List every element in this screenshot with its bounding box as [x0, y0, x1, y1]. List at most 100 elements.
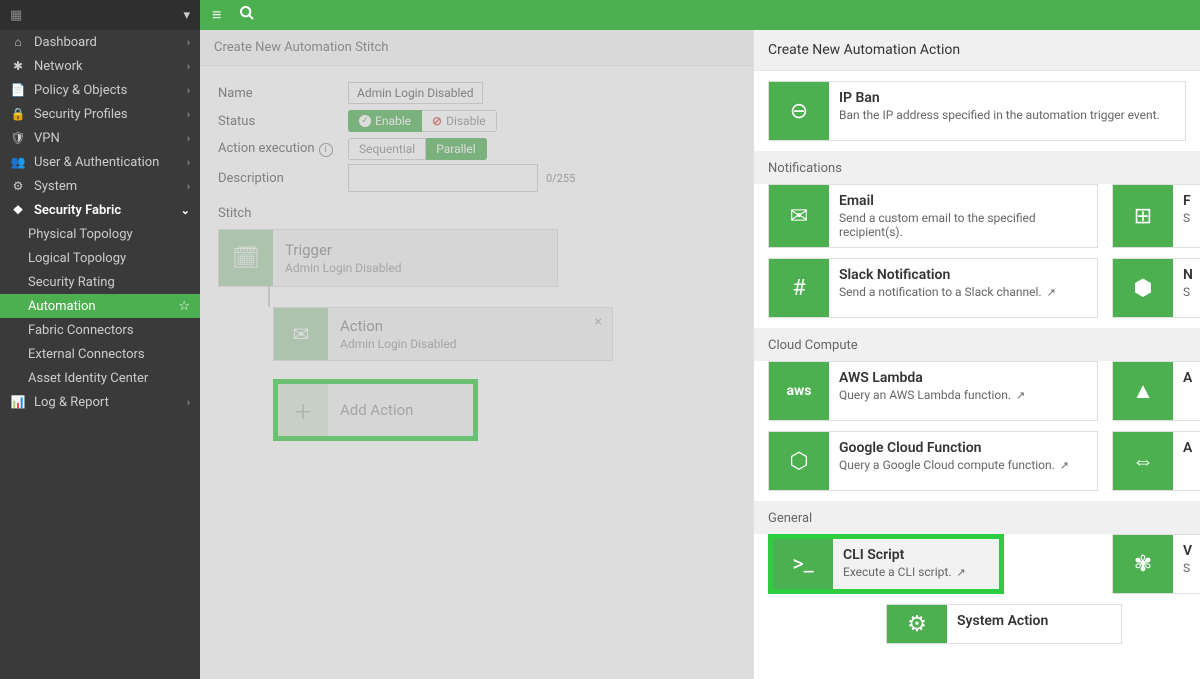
trigger-title: Trigger	[285, 241, 545, 259]
option-title: Slack Notification	[839, 267, 1087, 283]
chart-icon: 📊	[10, 395, 26, 409]
panel-title: Create New Automation Action	[754, 30, 1200, 71]
option-desc: Ban the IP address specified in the auto…	[839, 108, 1175, 122]
brand-bar[interactable]: ▦ ▾	[0, 0, 200, 30]
sidebar-sub-automation[interactable]: Automation☆	[0, 294, 200, 318]
sidebar-item-securityfabric[interactable]: ❖Security Fabric⌄	[0, 198, 200, 222]
menu-icon[interactable]: ≡	[212, 5, 221, 25]
sidebar-label: Logical Topology	[28, 251, 126, 266]
action-option-slack[interactable]: # Slack Notification Send a notification…	[768, 258, 1098, 318]
status-disable-button[interactable]: ⊘ Disable	[422, 110, 497, 132]
sidebar-sub-assetidentity[interactable]: Asset Identity Center	[0, 366, 200, 390]
action-option-alibaba[interactable]: ⇔ A	[1112, 431, 1200, 491]
option-title: F	[1183, 193, 1191, 209]
lock-icon: 🔒	[10, 107, 26, 121]
sidebar-label: Dashboard	[34, 35, 97, 50]
sidebar-sub-externalconnectors[interactable]: External Connectors	[0, 342, 200, 366]
action-option-cliscript[interactable]: >_ CLI Script Execute a CLI script. ↗	[768, 534, 1004, 594]
option-desc: Send a notification to a Slack channel. …	[839, 285, 1087, 299]
description-textarea[interactable]	[348, 164, 538, 192]
aws-icon: aws	[769, 362, 829, 420]
plus-icon: ＋	[278, 384, 328, 436]
sidebar-sub-physical[interactable]: Physical Topology	[0, 222, 200, 246]
exec-parallel-button[interactable]: Parallel	[426, 138, 487, 160]
action-option-webhook[interactable]: ✾ V S	[1112, 534, 1200, 594]
azure-icon: ▲	[1113, 362, 1173, 420]
sidebar-item-network[interactable]: ✱Network›	[0, 54, 200, 78]
execution-toggle: Sequential Parallel	[348, 138, 487, 160]
option-desc: Execute a CLI script. ↗	[843, 565, 989, 579]
trigger-card[interactable]: 🗓 Trigger Admin Login Disabled	[218, 229, 558, 287]
sidebar-sub-rating[interactable]: Security Rating	[0, 270, 200, 294]
envelope-icon: ✉	[274, 308, 328, 360]
option-desc: S	[1183, 561, 1192, 575]
chevron-right-icon: ›	[187, 60, 190, 73]
sidebar-label: External Connectors	[28, 347, 145, 362]
sidebar-sub-fabricconnectors[interactable]: Fabric Connectors	[0, 318, 200, 342]
execution-label: Action executioni	[218, 141, 348, 157]
action-option-systemaction[interactable]: ⚙ System Action	[886, 604, 1122, 644]
sidebar-item-dashboard[interactable]: ⌂Dashboard›	[0, 30, 200, 54]
sidebar-item-vpn[interactable]: 🛡VPN›	[0, 126, 200, 150]
external-link-icon: ↗	[1047, 286, 1056, 299]
status-enable-button[interactable]: ✓Enable	[348, 110, 422, 132]
sidebar-label: Asset Identity Center	[28, 371, 148, 386]
info-icon[interactable]: i	[319, 143, 333, 157]
ban-icon: ⊖	[769, 82, 829, 140]
action-option-partial-1[interactable]: ⊞ F S	[1112, 184, 1200, 248]
star-icon: ☆	[178, 299, 190, 314]
topbar: ≡	[200, 0, 1200, 30]
stitch-section-heading: Stitch	[218, 206, 735, 221]
sidebar-item-system[interactable]: ⚙System›	[0, 174, 200, 198]
stitch-editor-pane: Create New Automation Stitch Name Admin …	[200, 30, 753, 679]
option-desc: Query a Google Cloud compute function. ↗	[839, 458, 1087, 472]
chevron-right-icon: ›	[187, 396, 190, 409]
grid-icon: ⊞	[1113, 185, 1173, 247]
brand-logo: ▦	[10, 8, 22, 23]
action-picker-panel: Create New Automation Action ⊖ IP Ban Ba…	[753, 30, 1200, 679]
add-action-button[interactable]: ＋ Add Action	[273, 379, 478, 441]
brand-caret-icon[interactable]: ▾	[183, 8, 190, 23]
action-option-partial-2[interactable]: ⬢ N S	[1112, 258, 1200, 318]
action-option-aws[interactable]: aws AWS Lambda Query an AWS Lambda funct…	[768, 361, 1098, 421]
status-toggle: ✓Enable ⊘ Disable	[348, 110, 497, 132]
option-title: N	[1183, 267, 1193, 283]
sidebar-sub-logical[interactable]: Logical Topology	[0, 246, 200, 270]
gear-icon: ⚙	[10, 179, 26, 193]
action-card[interactable]: ✉ Action Admin Login Disabled ×	[273, 307, 613, 361]
description-counter: 0/255	[546, 172, 575, 185]
section-cloud: Cloud Compute	[754, 328, 1200, 361]
action-option-gcf[interactable]: ⬡ Google Cloud Function Query a Google C…	[768, 431, 1098, 491]
remove-action-button[interactable]: ×	[595, 314, 602, 330]
section-general: General	[754, 501, 1200, 534]
sidebar-label: System	[34, 179, 77, 194]
link-icon: ⇔	[1113, 432, 1173, 490]
option-title: Google Cloud Function	[839, 440, 1087, 456]
sidebar-item-logreport[interactable]: 📊Log & Report›	[0, 390, 200, 414]
sidebar-label: Security Profiles	[34, 107, 128, 122]
option-title: IP Ban	[839, 90, 1175, 106]
action-option-ipban[interactable]: ⊖ IP Ban Ban the IP address specified in…	[768, 81, 1186, 141]
terminal-icon: >_	[773, 539, 833, 589]
search-icon[interactable]	[239, 5, 255, 25]
action-option-azure[interactable]: ▲ A	[1112, 361, 1200, 421]
action-option-email[interactable]: ✉ Email Send a custom email to the speci…	[768, 184, 1098, 248]
name-input[interactable]: Admin Login Disabled	[348, 82, 483, 104]
chevron-right-icon: ›	[187, 156, 190, 169]
exec-sequential-button[interactable]: Sequential	[348, 138, 426, 160]
webhook-icon: ✾	[1113, 535, 1173, 593]
pill-label: Disable	[446, 114, 486, 128]
chevron-right-icon: ›	[187, 36, 190, 49]
sidebar-item-securityprofiles[interactable]: 🔒Security Profiles›	[0, 102, 200, 126]
users-icon: 👥	[10, 155, 26, 169]
sidebar-item-policy[interactable]: 📄Policy & Objects›	[0, 78, 200, 102]
fabric-icon: ❖	[10, 203, 26, 217]
sidebar: ▦ ▾ ⌂Dashboard› ✱Network› 📄Policy & Obje…	[0, 0, 200, 679]
x-icon: ⊘	[432, 114, 442, 128]
external-link-icon: ↗	[1060, 459, 1069, 472]
check-icon: ✓	[359, 115, 371, 127]
sidebar-item-userauth[interactable]: 👥User & Authentication›	[0, 150, 200, 174]
network-icon: ✱	[10, 59, 26, 73]
option-desc: S	[1183, 211, 1191, 225]
calendar-icon: 🗓	[219, 230, 273, 286]
